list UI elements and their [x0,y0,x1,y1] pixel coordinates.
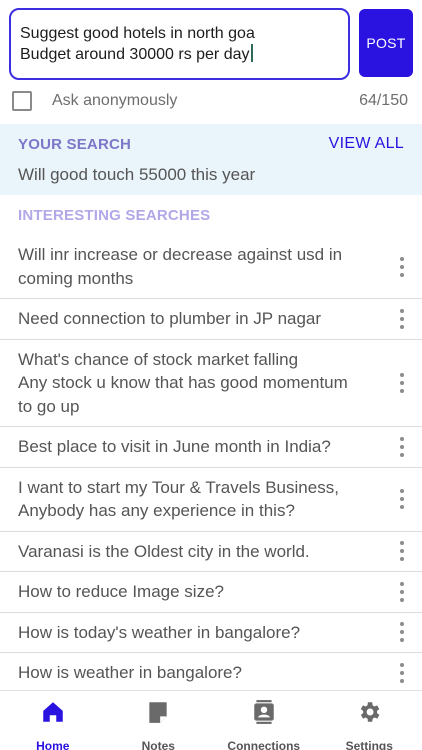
anonymous-row: Ask anonymously 64/150 [12,88,408,114]
contacts-icon [251,699,277,730]
list-item[interactable]: How to reduce Image size? [0,572,422,613]
question-line-1: Suggest good hotels in north goa [20,25,255,42]
more-options-icon[interactable] [392,661,412,685]
tab-label: Home [36,739,70,750]
search-question-text: How is today's weather in bangalore? [18,622,301,642]
list-item[interactable]: Varanasi is the Oldest city in the world… [0,532,422,572]
list-item[interactable]: What's chance of stock market falling An… [0,340,422,427]
search-question-text: I want to start my Tour & Travels Busine… [18,477,339,521]
search-question-text: Will inr increase or decrease against us… [18,245,343,288]
list-item[interactable]: How is today's weather in bangalore? [0,613,422,653]
interesting-searches-list[interactable]: Will inr increase or decrease against us… [0,235,422,690]
post-button[interactable]: POST [359,9,413,77]
your-search-header: YOUR SEARCH [18,136,132,153]
your-search-section: YOUR SEARCH VIEW ALL Will good touch 550… [0,124,422,195]
more-options-icon[interactable] [392,487,412,511]
more-options-icon[interactable] [392,620,412,644]
tab-label: Connections [227,739,301,750]
gear-icon [356,699,382,730]
more-options-icon[interactable] [392,539,412,563]
tab-connections[interactable]: Connections [211,691,317,750]
home-icon [40,699,66,730]
tab-notes[interactable]: Notes [106,691,212,750]
search-question-text: Varanasi is the Oldest city in the world… [18,541,310,561]
tab-label: Settings [345,739,393,750]
your-search-item[interactable]: Will good touch 55000 this year [18,165,255,185]
question-input[interactable]: Suggest good hotels in north goa Budget … [9,8,350,80]
list-item[interactable]: Need connection to plumber in JP nagar [0,299,422,340]
question-line-2: Budget around 30000 rs per day [20,44,338,65]
character-counter: 64/150 [359,92,408,109]
search-question-text: How is weather in bangalore? [18,663,242,682]
search-question-text: Need connection to plumber in JP nagar [18,309,322,328]
question-line-2-text: Budget around 30000 rs per day [20,46,250,63]
list-item[interactable]: How is weather in bangalore? [0,653,422,690]
list-item[interactable]: Best place to visit in June month in Ind… [0,427,422,468]
tab-label: Notes [141,739,175,750]
view-all-link[interactable]: VIEW ALL [329,135,404,153]
more-options-icon[interactable] [392,307,412,331]
tab-home[interactable]: Home [0,691,106,750]
anonymous-checkbox[interactable] [12,91,32,111]
text-caret [250,44,253,62]
more-options-icon[interactable] [392,580,412,604]
search-question-text: What's chance of stock market falling An… [18,349,348,416]
search-question-text: Best place to visit in June month in Ind… [18,437,331,456]
list-item[interactable]: I want to start my Tour & Travels Busine… [0,468,422,532]
list-item[interactable]: Will inr increase or decrease against us… [0,235,422,299]
more-options-icon[interactable] [392,371,412,395]
more-options-icon[interactable] [392,255,412,279]
tab-settings[interactable]: Settings [317,691,422,750]
bottom-tab-bar: Home Notes Connections Settings [0,690,422,750]
search-question-text: How to reduce Image size? [18,582,224,601]
more-options-icon[interactable] [392,435,412,459]
anonymous-label[interactable]: Ask anonymously [52,92,177,110]
notes-icon [145,699,171,730]
interesting-searches-header: INTERESTING SEARCHES [18,207,211,224]
